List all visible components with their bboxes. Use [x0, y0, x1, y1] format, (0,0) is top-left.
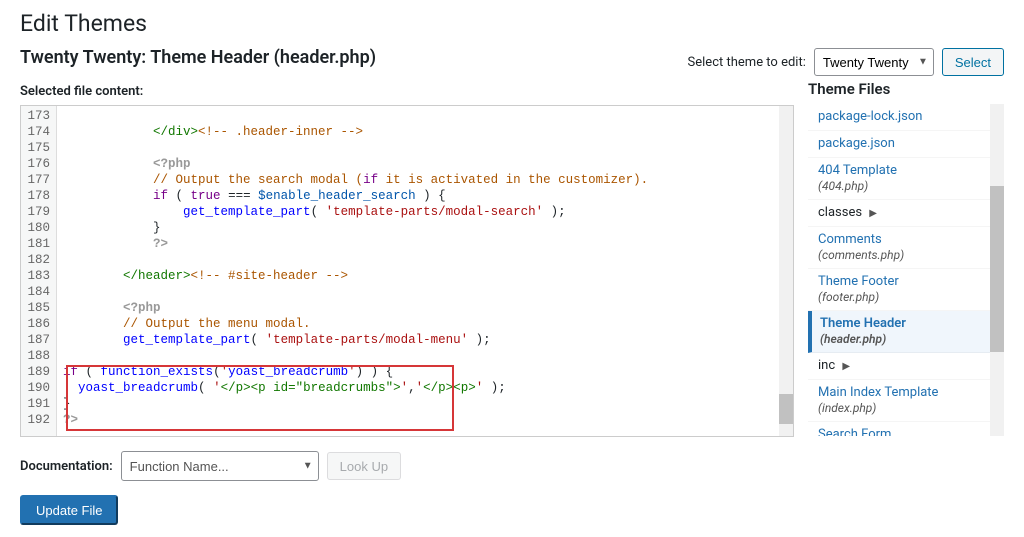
file-tree-item[interactable]: inc ▶ — [808, 353, 990, 380]
file-tree-filename: (footer.php) — [818, 290, 984, 304]
file-tree-item[interactable]: Main Index Template(index.php) — [808, 380, 990, 422]
editor-scrollbar-track[interactable] — [779, 106, 793, 436]
update-file-button[interactable]: Update File — [20, 495, 118, 525]
file-tree-label: Theme Footer — [818, 274, 899, 289]
file-tree-label: Main Index Template — [818, 385, 938, 400]
file-tree-label: inc — [818, 358, 835, 373]
theme-files-panel: package-lock.json package.json 404 Templat… — [808, 104, 1004, 436]
file-tree-item[interactable]: Theme Footer(footer.php) — [808, 269, 990, 311]
line-number-gutter: 1731741751761771781791801811821831841851… — [21, 106, 57, 436]
file-tree-item[interactable]: 404 Template(404.php) — [808, 158, 990, 200]
file-tree-item[interactable]: Comments(comments.php) — [808, 227, 990, 269]
file-tree-label: Comments — [818, 232, 882, 247]
caret-right-icon: ▶ — [842, 361, 850, 372]
file-tree-filename: (404.php) — [818, 179, 984, 193]
file-tree-label: package-lock.json — [818, 109, 922, 124]
file-tree-item[interactable]: package-lock.json — [808, 104, 990, 131]
caret-right-icon: ▶ — [869, 208, 877, 219]
select-theme-button[interactable]: Select — [942, 48, 1004, 76]
file-tree-label: Search Form — [818, 427, 891, 436]
file-tree-filename: (index.php) — [818, 401, 984, 415]
lookup-button[interactable]: Look Up — [327, 452, 401, 480]
theme-files-heading: Theme Files — [808, 80, 1004, 98]
file-tree-item[interactable]: Search Form(searchform.php) — [808, 422, 990, 436]
selected-file-label: Selected file content: — [20, 84, 794, 99]
file-tree-label: package.json — [818, 136, 895, 151]
file-tree-label: 404 Template — [818, 163, 897, 178]
theme-select-dropdown[interactable]: Twenty Twenty — [814, 48, 934, 76]
file-tree-filename: (header.php) — [820, 332, 984, 346]
page-title: Edit Themes — [20, 10, 1004, 37]
files-scrollbar-track[interactable] — [990, 104, 1004, 436]
function-name-dropdown[interactable]: Function Name... — [121, 451, 319, 481]
code-editor[interactable]: 1731741751761771781791801811821831841851… — [20, 105, 794, 437]
file-tree-item[interactable]: Theme Header(header.php) — [808, 311, 990, 353]
file-tree-filename: (comments.php) — [818, 248, 984, 262]
documentation-label: Documentation: — [20, 459, 113, 474]
editor-scrollbar-thumb[interactable] — [779, 394, 793, 424]
theme-select-row: Select theme to edit: Twenty Twenty ▼ Se… — [688, 48, 1004, 76]
theme-select-label: Select theme to edit: — [688, 55, 806, 70]
code-area[interactable]: </div><!-- .header-inner --> <?php // Ou… — [57, 106, 793, 436]
file-tree-label: Theme Header — [820, 316, 906, 331]
file-tree-item[interactable]: classes ▶ — [808, 200, 990, 227]
files-scrollbar-thumb[interactable] — [990, 186, 1004, 352]
documentation-row: Documentation: Function Name... ▼ Look U… — [20, 451, 1004, 481]
file-tree-label: classes — [818, 205, 862, 220]
file-tree-item[interactable]: package.json — [808, 131, 990, 158]
